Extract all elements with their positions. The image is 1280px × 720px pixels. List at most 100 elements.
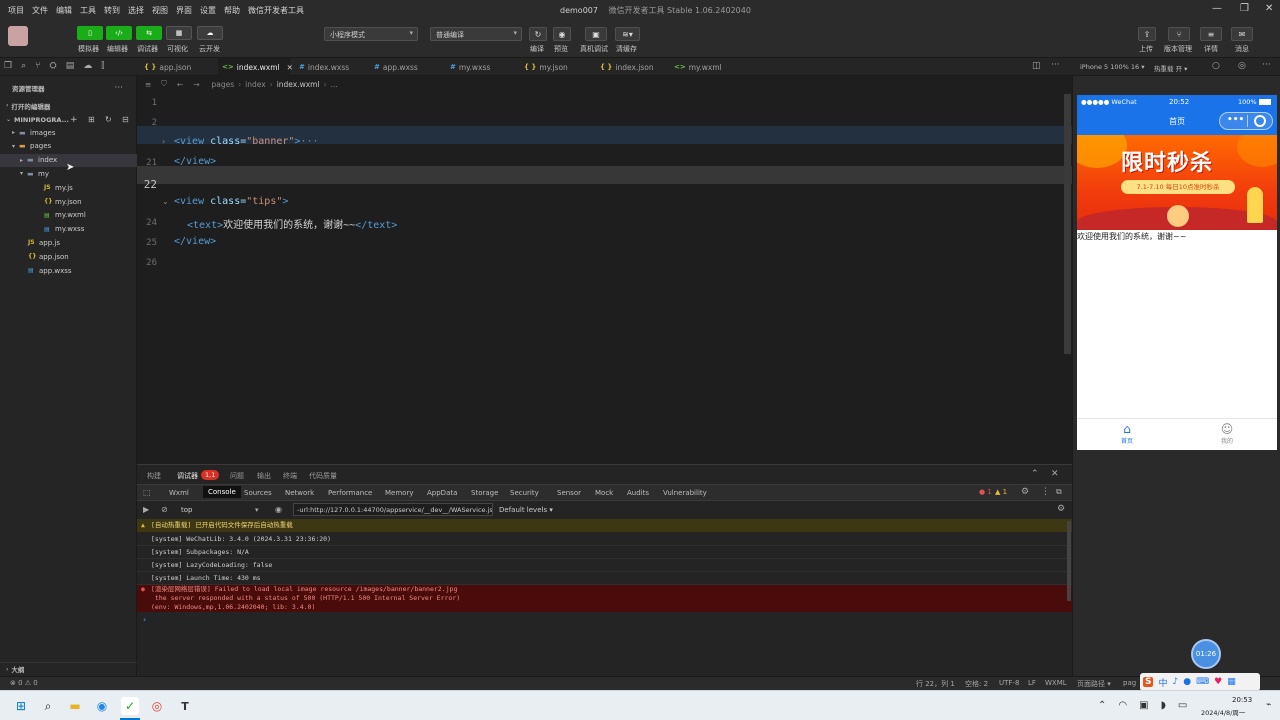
tab-app-json[interactable]: { } app.json: [140, 58, 210, 76]
taskbar-search-icon[interactable]: ⌕: [39, 697, 57, 715]
devtools-subtab-mock[interactable]: Mock: [595, 489, 613, 497]
clock-time[interactable]: 20:53: [1232, 696, 1252, 704]
volume-icon[interactable]: ◗: [1161, 700, 1166, 711]
language-mode[interactable]: WXML: [1045, 679, 1067, 687]
chrome-icon[interactable]: ◎: [148, 697, 166, 715]
tab-index-json[interactable]: { } index.json: [596, 58, 664, 76]
tab-mine[interactable]: ☺ 我的: [1217, 422, 1237, 445]
devtools-settings-icon[interactable]: ⚙: [1021, 487, 1029, 497]
compile-icon[interactable]: ↻: [529, 27, 547, 41]
collapse-icon[interactable]: ⊟: [122, 115, 129, 124]
tab-my-wxml[interactable]: <> my.wxml: [670, 58, 730, 76]
close-window-icon[interactable]: ✕: [1265, 3, 1273, 14]
tree-item-images[interactable]: ▸ ▬ images: [0, 126, 137, 139]
clear-console-icon[interactable]: ⊘: [161, 505, 168, 514]
debugger-tab[interactable]: 输出: [257, 471, 271, 481]
promo-banner[interactable]: 限时秒杀 7.1-7.10 每日10点准时秒杀: [1077, 135, 1277, 230]
cloud-toggle-icon[interactable]: ☁: [197, 26, 223, 40]
extensions-icon[interactable]: ▤: [66, 61, 75, 71]
typora-icon[interactable]: T: [176, 697, 194, 715]
ime-punct-icon[interactable]: ♪: [1173, 677, 1179, 687]
menu-item[interactable]: 转到: [104, 5, 120, 16]
windows-start-icon[interactable]: ⊞: [12, 697, 30, 715]
split-editor-icon[interactable]: ◫: [1032, 61, 1041, 71]
hotreload-select[interactable]: 热重载 开 ▾: [1154, 63, 1187, 73]
editor-toggle-icon[interactable]: ‹/›: [106, 26, 132, 40]
end-of-line[interactable]: LF: [1028, 679, 1036, 687]
tab-my-json[interactable]: { } my.json: [520, 58, 586, 76]
menu-item[interactable]: 工具: [80, 5, 96, 16]
format-icon[interactable]: ≡: [145, 80, 151, 89]
devtools-subtab-memory[interactable]: Memory: [385, 489, 413, 497]
menu-item[interactable]: 文件: [32, 5, 48, 16]
dock-icon[interactable]: ⧉: [1056, 487, 1062, 497]
problems-indicator[interactable]: ⊗ 0 ⚠ 0: [10, 679, 38, 687]
target-icon[interactable]: ◎: [1238, 61, 1246, 71]
devtools-more-icon[interactable]: ⋮: [1041, 487, 1050, 497]
tree-item-my-wxml[interactable]: ▤ my.wxml: [0, 209, 137, 222]
messages-icon[interactable]: ✉: [1231, 27, 1253, 41]
menu-item[interactable]: 编辑: [56, 5, 72, 16]
recording-timer[interactable]: 01:26: [1191, 639, 1221, 669]
sim-more-icon[interactable]: ···: [1262, 60, 1271, 70]
tree-item-my-js[interactable]: JS my.js: [0, 181, 137, 194]
breadcrumb-segment[interactable]: pages: [212, 80, 235, 89]
capsule-menu[interactable]: •••: [1219, 112, 1273, 130]
clear-cache-icon[interactable]: ≋▾: [615, 27, 640, 41]
close-tab-icon[interactable]: ✕: [287, 63, 293, 72]
keyboard-icon[interactable]: ⌨: [1196, 677, 1209, 687]
skin-icon[interactable]: ♥: [1214, 677, 1222, 687]
indent-spaces[interactable]: 空格: 2: [965, 679, 988, 689]
details-icon[interactable]: ≡: [1200, 27, 1222, 41]
context-select[interactable]: top: [181, 506, 261, 514]
code-editor[interactable]: ≡ ⛉ ← → pages › index › index.wxml ›... 1 2 › <v…: [137, 76, 1072, 464]
forward-icon[interactable]: →: [193, 80, 199, 89]
breadcrumb-segment[interactable]: index.wxml: [277, 80, 320, 89]
devtools-subtab-storage[interactable]: Storage: [471, 489, 498, 497]
debugger-tab[interactable]: 问题: [230, 471, 244, 481]
debugger-tab[interactable]: 构建: [147, 471, 161, 481]
menu-item[interactable]: 界面: [176, 5, 192, 16]
wifi-icon[interactable]: ◠: [1118, 700, 1127, 711]
devtools-subtab-vulnerability[interactable]: Vulnerability: [663, 489, 707, 497]
refresh-icon[interactable]: ↻: [105, 115, 112, 124]
eye-icon[interactable]: ◉: [275, 505, 282, 514]
file-explorer-icon[interactable]: ▬: [66, 697, 84, 715]
project-section[interactable]: ⌄ MINIPROGRA... + ⊞ ↻ ⊟: [0, 113, 137, 126]
debugger-toggle-icon[interactable]: ⇆: [136, 26, 162, 40]
tray-overflow-icon[interactable]: ⌃: [1098, 700, 1106, 711]
avatar[interactable]: [8, 26, 28, 46]
tree-item-my-json[interactable]: {} my.json: [0, 195, 137, 208]
devtools-subtab-wxml[interactable]: Wxml: [169, 489, 189, 497]
ime-language[interactable]: 中: [1158, 676, 1167, 689]
menu-item[interactable]: 微信开发者工具: [248, 5, 304, 16]
outline-section[interactable]: › 大纲: [0, 662, 137, 675]
menu-item[interactable]: 帮助: [224, 5, 240, 16]
tab-index-wxml[interactable]: <> index.wxml ✕: [218, 58, 293, 76]
devtools-subtab-audits[interactable]: Audits: [627, 489, 649, 497]
mic-icon[interactable]: ●: [1183, 677, 1191, 687]
capsule-more-icon[interactable]: •••: [1227, 115, 1244, 125]
split-icon[interactable]: ⫿: [101, 61, 104, 71]
visual-toggle-icon[interactable]: ▦: [166, 26, 192, 40]
more-actions-icon[interactable]: ···: [1051, 60, 1060, 70]
debugger-tab[interactable]: 代码质量: [309, 471, 337, 481]
menu-item[interactable]: 设置: [200, 5, 216, 16]
notification-icon[interactable]: ⌁: [1266, 700, 1271, 710]
source-control-icon[interactable]: ⑂: [35, 61, 40, 71]
capsule-close-icon[interactable]: [1254, 115, 1266, 127]
ime-menu-icon[interactable]: ▦: [1227, 677, 1236, 687]
bookmark-icon[interactable]: ⛉: [161, 79, 167, 89]
tree-item-my-wxss[interactable]: ▤ my.wxss: [0, 223, 137, 236]
levels-select[interactable]: Default levels ▾: [499, 506, 553, 514]
tab-index-wxss[interactable]: # index.wxss: [295, 58, 363, 76]
page-path-select[interactable]: 页面路径 ▾: [1077, 679, 1111, 689]
mode-select[interactable]: 小程序模式: [324, 27, 418, 41]
inspect-icon[interactable]: ⬚: [143, 488, 151, 497]
compile-select[interactable]: 普通编译: [430, 27, 522, 41]
console-filter-input[interactable]: -url:http://127.0.0.1:44700/appservice/_…: [293, 503, 493, 516]
tree-item-app-wxss[interactable]: ▤ app.wxss: [0, 264, 137, 277]
console-scrollbar[interactable]: [1067, 521, 1071, 601]
tab-my-wxss[interactable]: # my.wxss: [446, 58, 512, 76]
ime-logo-icon[interactable]: S: [1143, 677, 1154, 687]
